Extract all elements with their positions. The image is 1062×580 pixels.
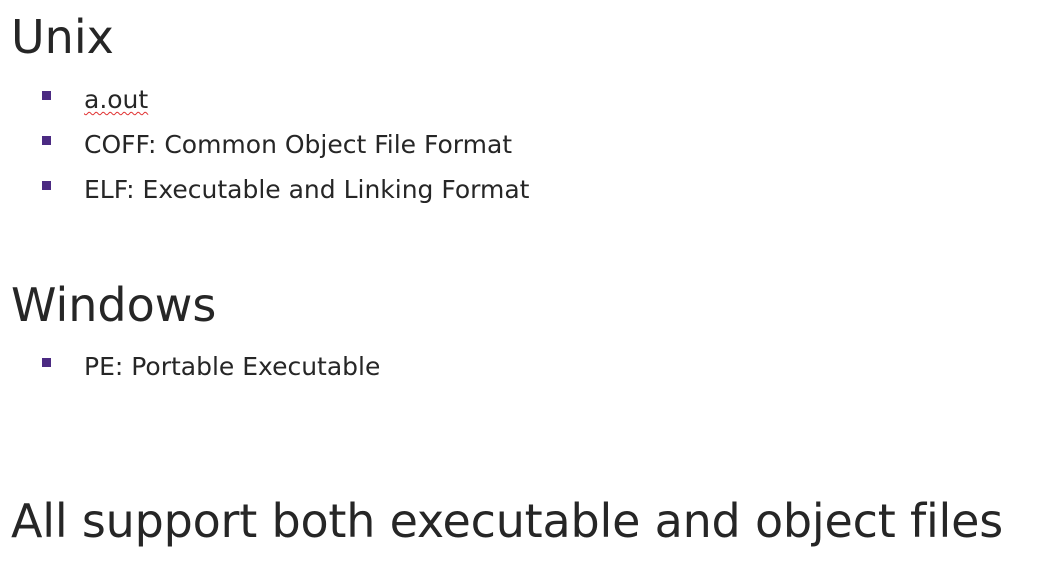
section-heading-unix: Unix <box>11 10 114 64</box>
bullet-text: COFF: Common Object File Format <box>84 130 513 159</box>
square-bullet-icon <box>42 136 51 145</box>
square-bullet-icon <box>42 181 51 190</box>
square-bullet-icon <box>42 358 51 367</box>
square-bullet-icon <box>42 91 51 100</box>
bullet-text: ELF: Executable and Linking Format <box>84 175 530 204</box>
bullet-text: a.out <box>84 85 149 114</box>
section-heading-windows: Windows <box>11 278 217 332</box>
summary-heading: All support both executable and object f… <box>11 494 1003 548</box>
bullet-text: PE: Portable Executable <box>84 352 381 381</box>
